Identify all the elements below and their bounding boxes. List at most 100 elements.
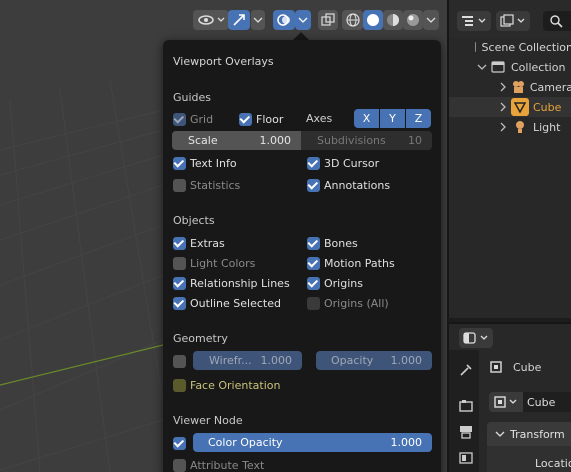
viewer-node-checkbox[interactable] — [173, 435, 186, 451]
axis-x-toggle[interactable]: X — [354, 109, 379, 128]
outline-selected-checkbox[interactable]: Outline Selected — [173, 295, 281, 311]
object-name-field[interactable]: Cube — [523, 392, 571, 412]
outliner-search-input[interactable] — [543, 11, 571, 31]
gizmo-toggle[interactable] — [228, 10, 250, 30]
outliner-item-cube[interactable]: Cube — [449, 97, 571, 117]
light-icon — [516, 121, 524, 133]
3d-cursor-label: 3D Cursor — [324, 156, 380, 170]
scale-value: 1.000 — [259, 134, 292, 147]
origins-checkbox[interactable]: Origins — [307, 275, 363, 291]
chevron-right-icon — [500, 102, 506, 112]
origins-all-checkbox[interactable]: Origins (All) — [307, 295, 389, 311]
scale-field[interactable]: Scale 1.000 — [172, 131, 301, 150]
outliner-item-camera[interactable]: Camera — [449, 77, 571, 97]
search-icon — [550, 15, 563, 28]
grid-checkbox[interactable]: Grid — [173, 111, 213, 127]
extras-checkbox[interactable]: Extras — [173, 235, 225, 251]
viewport-header — [0, 0, 447, 38]
transform-panel-header[interactable]: Transform — [487, 422, 571, 446]
outliner-panel[interactable]: Scene Collection Collection Camera Cube … — [447, 0, 571, 318]
solid-shading-button[interactable] — [363, 10, 383, 30]
light-colors-label: Light Colors — [190, 256, 256, 270]
subdivisions-field[interactable]: Subdivisions 10 — [301, 131, 432, 150]
xray-toggle[interactable] — [318, 10, 338, 30]
shading-dropdown[interactable] — [423, 10, 439, 30]
rendered-shading-button[interactable] — [403, 10, 423, 30]
overlays-dropdown[interactable] — [295, 10, 311, 30]
bones-checkbox[interactable]: Bones — [307, 235, 358, 251]
overlays-toggle[interactable] — [273, 10, 295, 30]
origins-label: Origins — [324, 276, 363, 290]
subdivisions-value: 10 — [408, 134, 422, 147]
view-layer-tab-icon[interactable] — [458, 450, 474, 466]
color-opacity-value: 1.000 — [390, 436, 423, 449]
grid-check-box — [173, 112, 186, 126]
properties-editor-type-button[interactable] — [459, 328, 493, 348]
editor-type-button[interactable] — [457, 11, 491, 31]
color-opacity-field[interactable]: Color Opacity 1.000 — [193, 433, 432, 452]
bones-label: Bones — [324, 236, 358, 250]
outline-selected-label: Outline Selected — [190, 296, 281, 310]
statistics-checkbox[interactable]: Statistics — [173, 177, 240, 193]
chevron-down-icon — [495, 431, 505, 437]
properties-panel[interactable]: Cube Cube Transform Location — [447, 322, 571, 472]
chevron-right-icon — [500, 122, 506, 132]
solid-shading-icon — [367, 14, 379, 26]
wireframe-shading-button[interactable] — [342, 10, 363, 30]
wireframe-field[interactable]: Wirefr... 1.000 — [193, 351, 302, 370]
light-colors-check-box — [173, 256, 186, 270]
chevron-right-icon — [500, 82, 506, 92]
scene-collection-row[interactable]: Scene Collection — [449, 37, 571, 57]
extras-label: Extras — [190, 236, 225, 250]
gizmo-dropdown[interactable] — [251, 10, 265, 30]
camera-label: Camera — [529, 80, 571, 94]
outliner-header — [449, 0, 571, 38]
extras-check-box — [173, 236, 186, 250]
location-label: Location — [535, 457, 571, 470]
guides-section-title: Guides — [173, 91, 212, 104]
statistics-label: Statistics — [190, 178, 241, 192]
opacity-field[interactable]: Opacity 1.000 — [316, 351, 432, 370]
3d-cursor-checkbox[interactable]: 3D Cursor — [307, 155, 379, 171]
display-mode-icon — [500, 14, 525, 27]
object-icon — [490, 361, 502, 373]
material-shading-button[interactable] — [383, 10, 403, 30]
render-tab-icon[interactable] — [458, 398, 474, 414]
xray-icon — [321, 13, 335, 26]
output-tab-icon[interactable] — [458, 424, 474, 440]
annotations-label: Annotations — [324, 178, 391, 192]
properties-editor-icon — [463, 332, 488, 344]
opacity-value: 1.000 — [390, 354, 423, 367]
mesh-icon — [511, 98, 529, 116]
scene-collection-label: Scene Collection — [481, 40, 571, 54]
display-mode-button[interactable] — [496, 11, 530, 31]
text-info-checkbox[interactable]: Text Info — [173, 155, 237, 171]
attribute-text-checkbox[interactable]: Attribute Text — [173, 457, 264, 472]
axis-y-toggle[interactable]: Y — [380, 109, 405, 128]
transform-panel-body: Location — [487, 446, 571, 472]
chevron-down-icon — [298, 17, 308, 23]
scale-label: Scale — [188, 134, 218, 147]
outline-selected-check-box — [173, 296, 186, 310]
overlays-icon — [277, 14, 290, 26]
light-colors-checkbox[interactable]: Light Colors — [173, 255, 255, 271]
bones-check-box — [307, 236, 320, 250]
wireframe-check-box — [173, 354, 186, 368]
object-data-icon — [494, 396, 517, 408]
floor-checkbox[interactable]: Floor — [239, 111, 283, 127]
collection-row[interactable]: Collection — [449, 57, 571, 77]
origins-check-box — [307, 276, 320, 290]
relationship-lines-checkbox[interactable]: Relationship Lines — [173, 275, 290, 291]
grid-label: Grid — [190, 112, 214, 126]
annotations-checkbox[interactable]: Annotations — [307, 177, 390, 193]
object-name: Cube — [513, 360, 542, 374]
motion-paths-checkbox[interactable]: Motion Paths — [307, 255, 395, 271]
object-data-dropdown[interactable] — [489, 392, 523, 412]
outliner-item-light[interactable]: Light — [449, 117, 571, 137]
face-orientation-checkbox[interactable]: Face Orientation — [173, 377, 280, 393]
axis-z-toggle[interactable]: Z — [406, 109, 431, 128]
wireframe-checkbox[interactable] — [173, 353, 186, 369]
tool-tab-icon[interactable] — [458, 362, 474, 378]
gizmo-icon — [233, 14, 245, 26]
visibility-button[interactable] — [193, 10, 229, 30]
